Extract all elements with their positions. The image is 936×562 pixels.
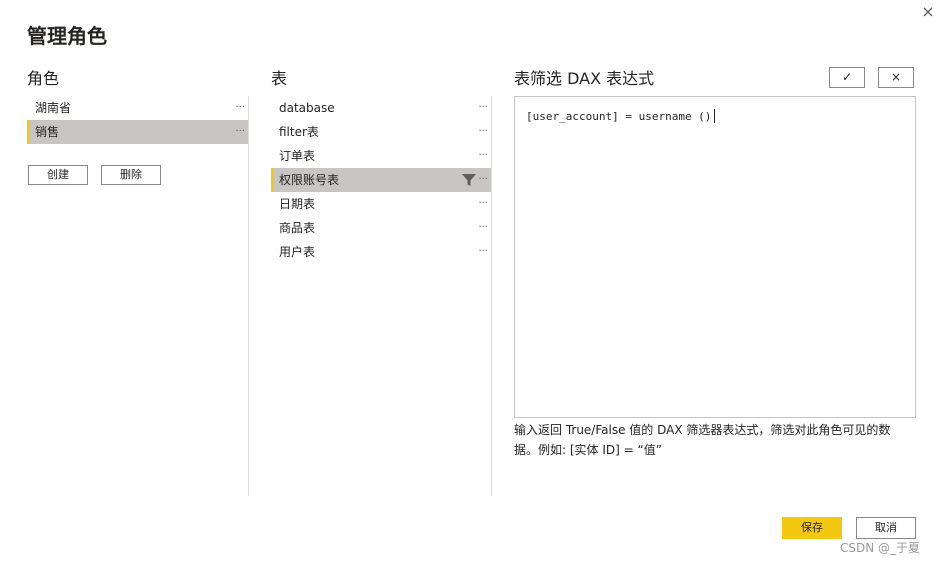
more-icon[interactable]: ... [478,237,488,261]
dax-header: 表筛选 DAX 表达式 [514,69,655,88]
close-icon[interactable]: × [878,67,914,88]
role-item-hunan[interactable]: 湖南省 ... [27,96,248,120]
table-item[interactable]: 用户表 ... [271,240,491,264]
role-item-sales[interactable]: 销售 ... [27,120,248,144]
table-item-label: 日期表 [279,197,316,211]
table-item-selected[interactable]: 权限账号表 ... [271,168,491,192]
table-item-label: 商品表 [279,221,316,235]
more-icon[interactable]: ... [478,141,488,165]
create-button[interactable]: 创建 [28,165,88,185]
more-icon[interactable]: ... [235,93,245,117]
filter-icon [461,172,477,188]
table-item[interactable]: filter表 ... [271,120,491,144]
more-icon[interactable]: ... [478,117,488,141]
more-icon[interactable]: ... [235,117,245,141]
divider [491,96,492,496]
more-icon[interactable]: ... [478,189,488,213]
dax-expression: [user_account] = username () [526,110,712,123]
watermark: CSDN @_于夏 [840,541,921,555]
role-item-label: 销售 [35,125,60,139]
text-cursor [714,109,716,123]
tables-header: 表 [271,69,288,88]
more-icon[interactable]: ... [478,165,488,189]
table-item[interactable]: 订单表 ... [271,144,491,168]
dialog-title: 管理角色 [27,24,107,48]
table-item[interactable]: 日期表 ... [271,192,491,216]
role-item-label: 湖南省 [35,101,72,115]
cancel-button[interactable]: 取消 [856,517,916,539]
more-icon[interactable]: ... [478,93,488,117]
dax-expression-line[interactable]: [user_account] = username () [526,109,716,123]
roles-header: 角色 [27,69,60,88]
table-item-label: filter表 [279,125,319,139]
divider [248,96,249,496]
more-icon[interactable]: ... [478,213,488,237]
table-item-label: 权限账号表 [279,173,340,187]
table-item-label: 用户表 [279,245,316,259]
table-item[interactable]: 商品表 ... [271,216,491,240]
table-item-label: 订单表 [279,149,316,163]
delete-button[interactable]: 删除 [101,165,161,185]
save-button[interactable]: 保存 [782,517,842,539]
dax-editor[interactable]: [user_account] = username () [514,96,916,418]
check-icon[interactable]: ✓ [829,67,865,88]
dax-hint: 输入返回 True/False 值的 DAX 筛选器表达式，筛选对此角色可见的数… [514,423,891,457]
close-icon[interactable]: × [920,4,936,20]
table-item-label: database [279,101,335,115]
table-item[interactable]: database ... [271,96,491,120]
